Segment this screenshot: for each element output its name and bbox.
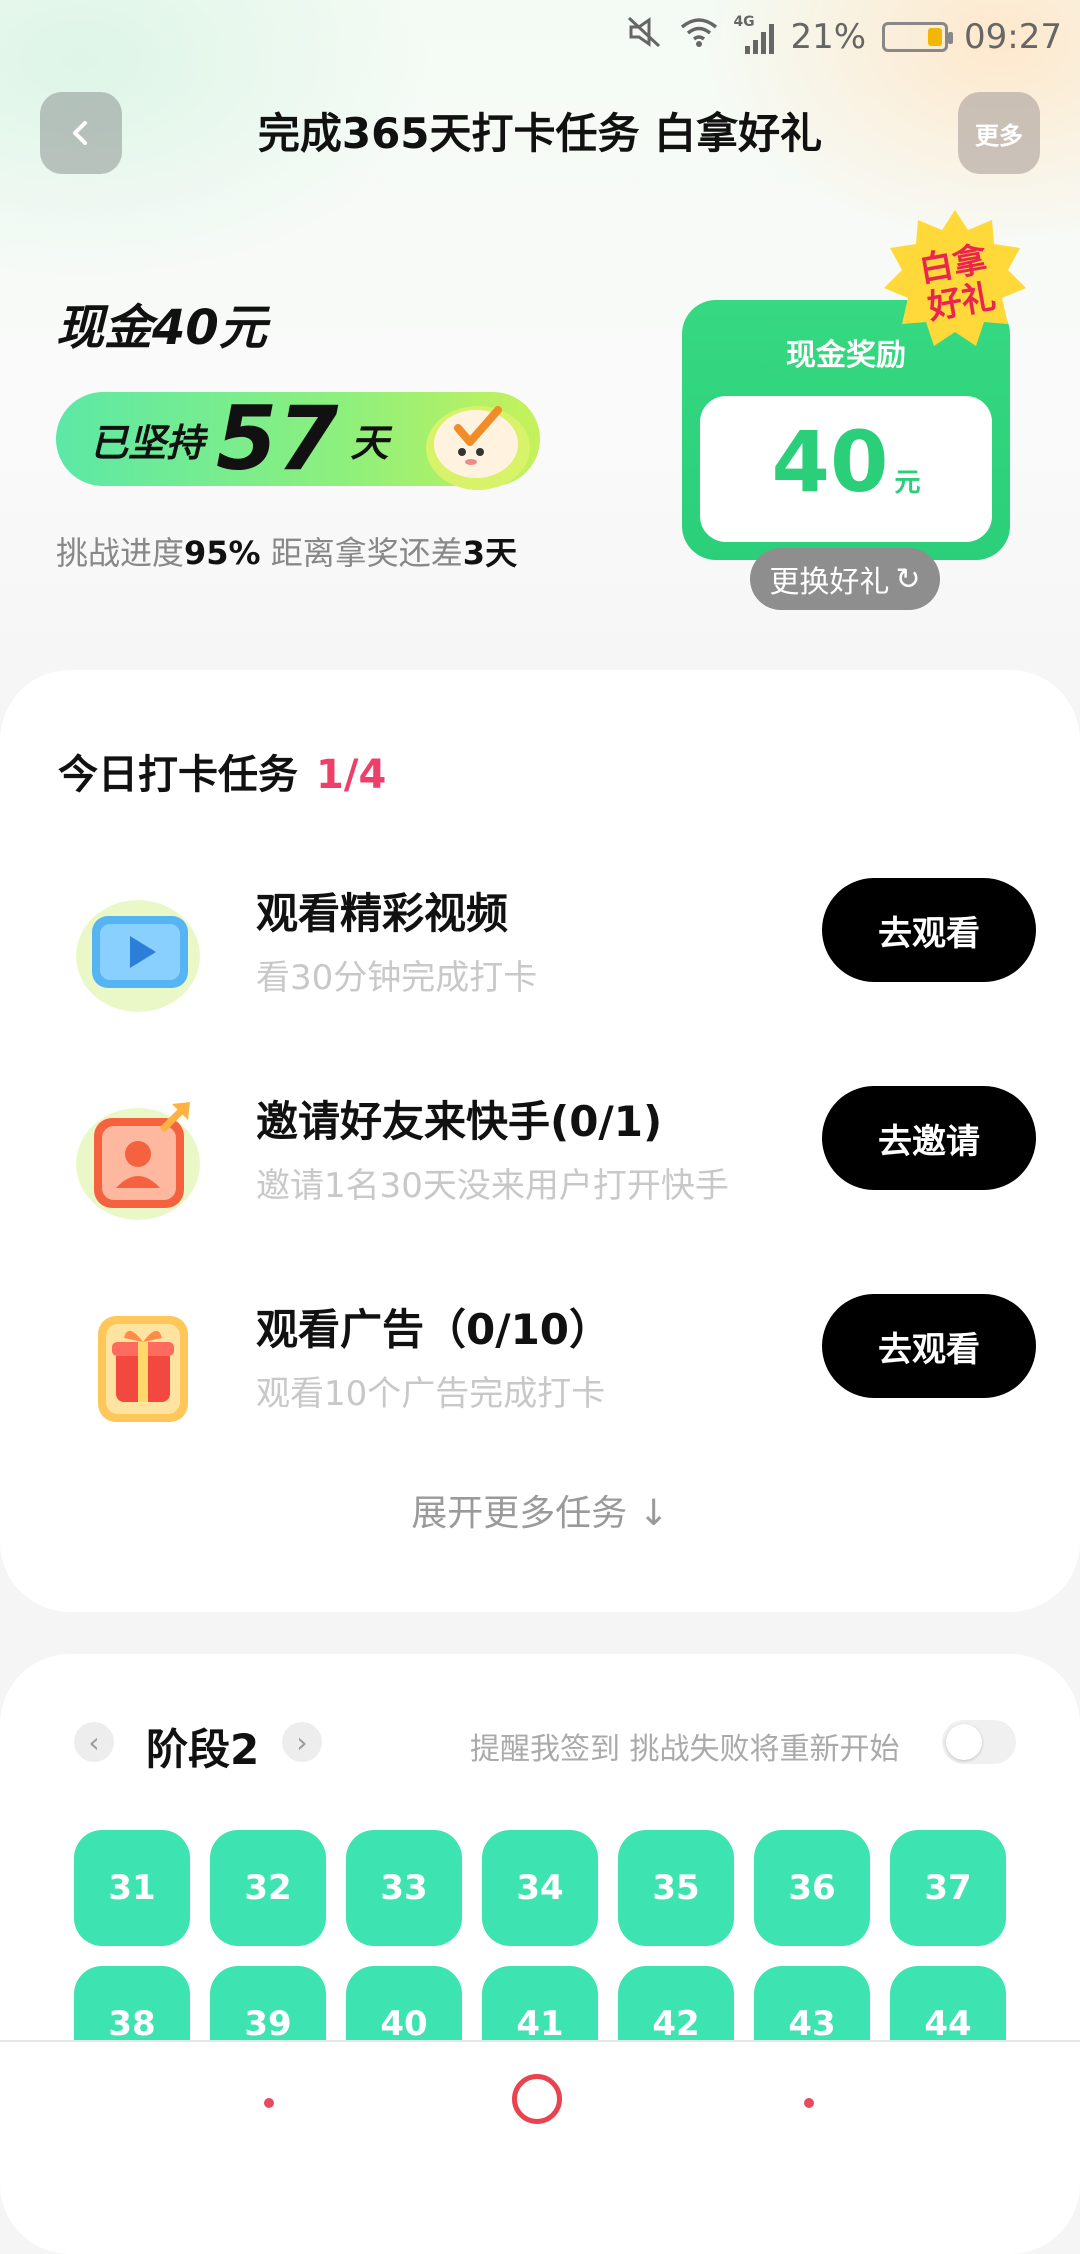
mascot-icon — [418, 386, 538, 494]
battery-percent: 21% — [790, 16, 867, 57]
task-title: 观看广告（0/10） — [256, 1305, 612, 1354]
reward-amount-box: 40 元 — [700, 396, 992, 542]
streak-prefix: 已坚持 — [90, 420, 205, 465]
page-title: 完成365天打卡任务 白拿好礼 — [257, 109, 823, 158]
task-desc: 观看10个广告完成打卡 — [256, 1374, 606, 1414]
cash-title: 现金40元 — [56, 300, 267, 356]
day-cell[interactable]: 37 — [890, 1830, 1006, 1946]
task-title: 邀请好友来快手(0/1) — [256, 1097, 663, 1146]
toggle-knob — [946, 1724, 982, 1760]
nav-back-button[interactable] — [264, 2098, 274, 2108]
tasks-count: 1/4 — [316, 752, 387, 798]
tasks-header: 今日打卡任务 1/4 — [58, 752, 387, 798]
status-bar: 4G 21% 09:27 — [0, 0, 1080, 76]
gift-box-icon — [68, 1292, 216, 1440]
invite-friend-icon — [68, 1084, 216, 1232]
reward-unit: 元 — [894, 468, 921, 498]
remaining-days: 3天 — [462, 534, 518, 572]
challenge-progress: 挑战进度95% 距离拿奖还差3天 — [56, 534, 518, 572]
day-cell[interactable]: 35 — [618, 1830, 734, 1946]
nav-home-button[interactable] — [512, 2074, 562, 2124]
reminder-toggle[interactable] — [942, 1720, 1016, 1764]
day-cell[interactable]: 33 — [346, 1830, 462, 1946]
chevron-left-icon: ‹ — [88, 1725, 100, 1759]
video-play-icon — [68, 876, 216, 1024]
stage-card: ‹ 阶段2 › 提醒我签到 挑战失败将重新开始 31 32 33 34 35 3… — [0, 1654, 1080, 2254]
stage-next-button[interactable]: › — [282, 1722, 322, 1762]
task-desc: 看30分钟完成打卡 — [256, 958, 538, 998]
daily-tasks-card: 今日打卡任务 1/4 观看精彩视频 看30分钟完成打卡 去观看 邀请好友来快手(… — [0, 670, 1080, 1612]
free-gift-badge: 白拿 好礼 — [880, 206, 1030, 356]
chevron-right-icon: › — [296, 1725, 308, 1759]
task-item: 观看广告（0/10） 观看10个广告完成打卡 去观看 — [0, 1284, 1080, 1454]
bottom-navigation — [0, 2040, 1080, 2162]
wifi-icon — [679, 16, 719, 57]
clock: 09:27 — [964, 16, 1062, 57]
task-desc: 邀请1名30天没来用户打开快手 — [256, 1166, 729, 1206]
stage-prev-button[interactable]: ‹ — [74, 1722, 114, 1762]
watch-video-button[interactable]: 去观看 — [822, 878, 1036, 982]
task-title: 观看精彩视频 — [256, 889, 509, 938]
remind-text: 提醒我签到 挑战失败将重新开始 — [470, 1732, 900, 1767]
mute-icon — [627, 16, 663, 57]
refresh-icon: ↻ — [895, 561, 921, 597]
streak-days: 57 — [216, 387, 339, 490]
task-item: 邀请好友来快手(0/1) 邀请1名30天没来用户打开快手 去邀请 — [0, 1076, 1080, 1246]
reward-amount: 40 — [771, 413, 889, 511]
day-cell[interactable]: 36 — [754, 1830, 870, 1946]
change-gift-button[interactable]: 更换好礼 ↻ — [750, 548, 940, 610]
expand-more-tasks[interactable]: 展开更多任务 ↓ — [0, 1484, 1080, 1536]
progress-value: 95% — [184, 534, 261, 572]
streak-suffix: 天 — [350, 420, 389, 465]
watch-ads-button[interactable]: 去观看 — [822, 1294, 1036, 1398]
invite-button[interactable]: 去邀请 — [822, 1086, 1036, 1190]
stage-title: 阶段2 — [146, 1725, 260, 1774]
nav-recents-button[interactable] — [804, 2098, 814, 2108]
day-cell[interactable]: 32 — [210, 1830, 326, 1946]
cellular-signal-icon: 4G — [733, 14, 775, 54]
more-button[interactable]: 更多 — [958, 92, 1040, 174]
task-item: 观看精彩视频 看30分钟完成打卡 去观看 — [0, 868, 1080, 1038]
day-cell[interactable]: 31 — [74, 1830, 190, 1946]
day-cell[interactable]: 34 — [482, 1830, 598, 1946]
battery-icon — [882, 21, 954, 52]
